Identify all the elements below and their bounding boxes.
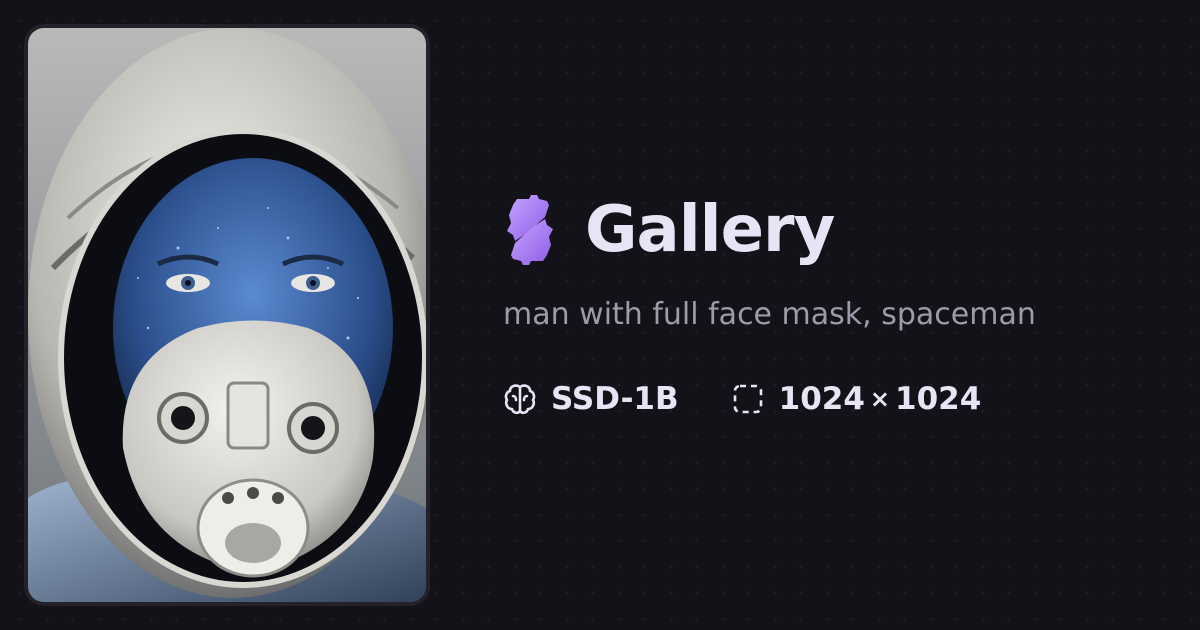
- generated-image[interactable]: [28, 28, 426, 602]
- image-card: [24, 24, 430, 606]
- image-width: 1024: [778, 381, 865, 417]
- image-height: 1024: [895, 381, 982, 417]
- size-info: 1024 × 1024: [731, 381, 982, 417]
- meta-row: SSD-1B 1024 × 1024: [503, 381, 1183, 417]
- dashed-square-icon: [733, 384, 762, 414]
- title-row: Gallery: [503, 185, 1183, 275]
- puzzle-gear-logo-icon: [507, 195, 553, 265]
- model-label: SSD-1B: [551, 381, 679, 417]
- brain-icon: [504, 384, 536, 415]
- page-title: Gallery: [585, 193, 835, 267]
- dimension-separator: ×: [869, 385, 891, 413]
- model-info: SSD-1B: [503, 381, 679, 417]
- prompt-text: man with full face mask, spaceman: [503, 297, 1036, 332]
- image-info: Gallery man with full face mask, spacema…: [503, 185, 1183, 417]
